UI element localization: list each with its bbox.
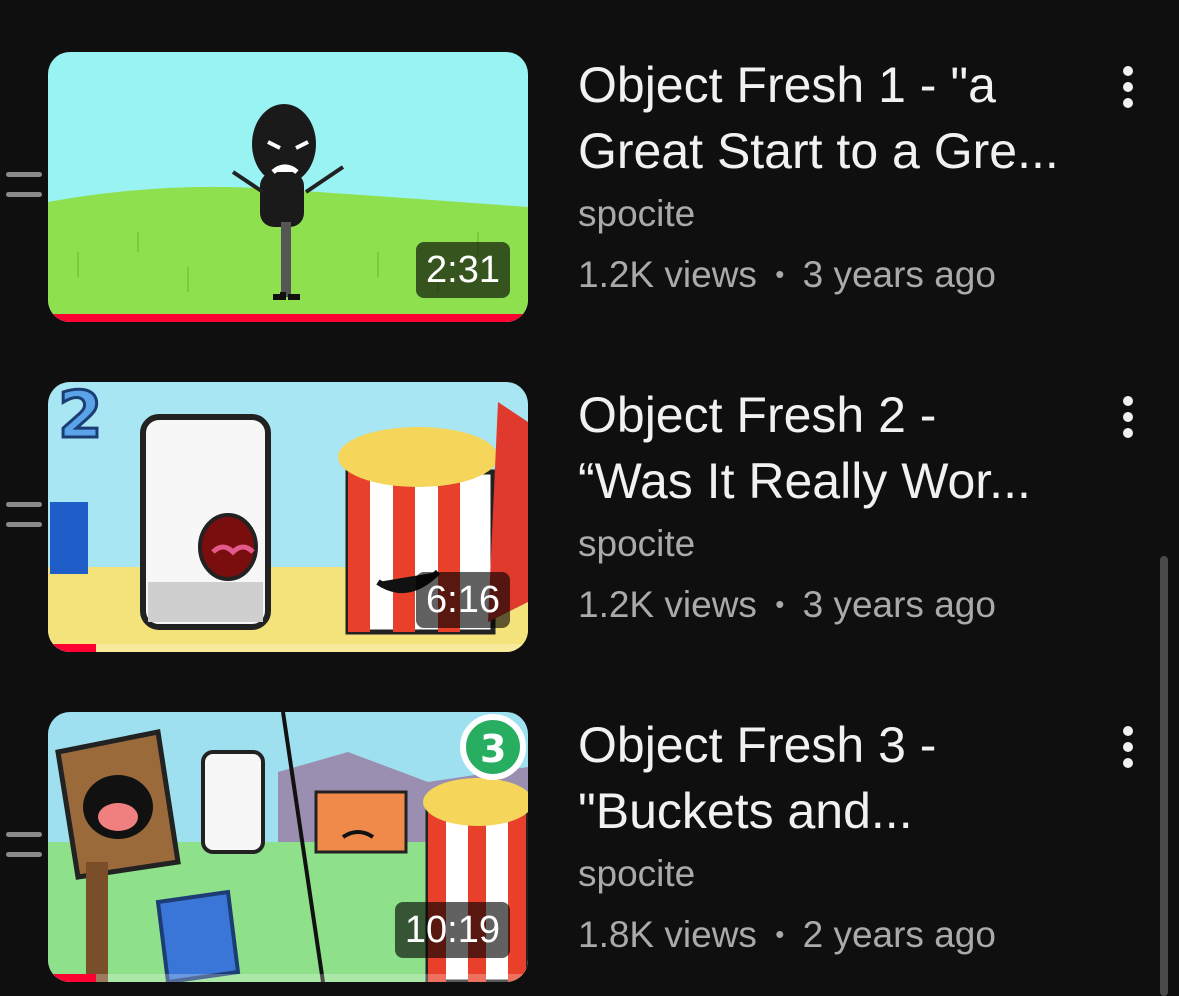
duration-badge: 10:19	[394, 902, 510, 958]
watch-progress-bar	[48, 974, 96, 982]
video-thumbnail[interactable]: 2:31	[48, 52, 528, 322]
upload-age: 3 years ago	[802, 584, 996, 625]
channel-name[interactable]: spocite	[578, 514, 1098, 574]
separator: •	[775, 919, 785, 949]
video-row[interactable]: 2:31 Object Fresh 1 - "a Great Start to …	[0, 0, 1179, 322]
watch-progress-bar	[48, 644, 96, 652]
video-meta: Object Fresh 2 - “Was It Really Wor... s…	[578, 382, 1098, 635]
video-stats: 1.8K views • 2 years ago	[578, 904, 1098, 965]
view-count: 1.8K views	[578, 914, 757, 955]
svg-text:2: 2	[58, 382, 103, 453]
progress-track	[48, 974, 528, 982]
watch-progress-bar	[48, 314, 528, 322]
video-thumbnail[interactable]: 3 10:19	[48, 712, 528, 982]
video-row[interactable]: 2 6:16 Object Fresh 2 - “Was It Really W…	[0, 330, 1179, 652]
video-title[interactable]: Object Fresh 2 - “Was It Really Wor...	[578, 382, 1098, 514]
video-stats: 1.2K views • 3 years ago	[578, 574, 1098, 635]
more-vert-icon[interactable]	[1110, 722, 1146, 772]
upload-age: 2 years ago	[802, 914, 996, 955]
view-count: 1.2K views	[578, 584, 757, 625]
more-vert-icon[interactable]	[1110, 392, 1146, 442]
video-meta: Object Fresh 1 - "a Great Start to a Gre…	[578, 52, 1098, 305]
video-thumbnail[interactable]: 2 6:16	[48, 382, 528, 652]
separator: •	[775, 259, 785, 289]
video-meta: Object Fresh 3 - "Buckets and... spocite…	[578, 712, 1098, 965]
video-stats: 1.2K views • 3 years ago	[578, 244, 1098, 305]
video-title[interactable]: Object Fresh 3 - "Buckets and...	[578, 712, 1098, 844]
scrollbar[interactable]	[1160, 556, 1168, 996]
view-count: 1.2K views	[578, 254, 757, 295]
duration-badge: 6:16	[416, 572, 510, 628]
channel-name[interactable]: spocite	[578, 184, 1098, 244]
channel-name[interactable]: spocite	[578, 844, 1098, 904]
drag-handle-icon[interactable]	[6, 502, 42, 532]
more-vert-icon[interactable]	[1110, 62, 1146, 112]
drag-handle-icon[interactable]	[6, 172, 42, 202]
duration-badge: 2:31	[416, 242, 510, 298]
drag-handle-icon[interactable]	[6, 832, 42, 862]
svg-text:3: 3	[480, 727, 506, 771]
upload-age: 3 years ago	[802, 254, 996, 295]
progress-track	[48, 644, 528, 652]
video-title[interactable]: Object Fresh 1 - "a Great Start to a Gre…	[578, 52, 1098, 184]
separator: •	[775, 589, 785, 619]
video-row[interactable]: 3 10:19 Object Fresh 3 - "Buckets and...…	[0, 660, 1179, 982]
